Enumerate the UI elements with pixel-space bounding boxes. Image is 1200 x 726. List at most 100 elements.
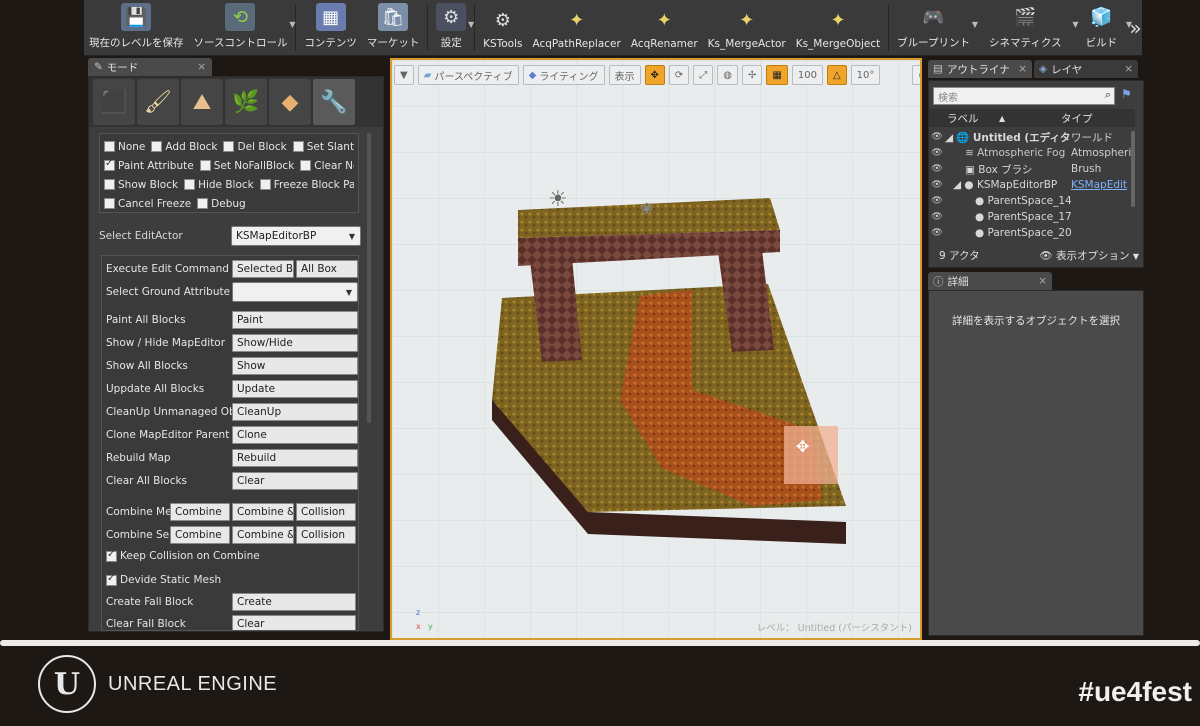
acqpathreplacer-button[interactable]: ✦ AcqPathReplacer (527, 0, 625, 55)
all-box-button[interactable]: All Box (296, 260, 358, 278)
column-type[interactable]: タイプ (1057, 111, 1117, 126)
marketplace-button[interactable]: 🛍 マーケット (362, 0, 425, 55)
checkbox-set-nofallblock[interactable]: Set NoFallBlock (199, 160, 294, 172)
surface-snap-button[interactable]: ✢ (742, 65, 763, 85)
level-viewport[interactable]: ✥ ☀ ❀ ▼ ▰ パースペクティブ ◆ ライティング 表示 ✥ ⟳ ⤢ ◍ ✢ ▦… (390, 58, 922, 640)
source-control-button[interactable]: ⟲ ソースコントロール ▼ (189, 0, 295, 55)
modes-tab[interactable]: ✎ モード × (88, 58, 212, 76)
save-level-button[interactable]: 💾 現在のレベルを保存 (84, 0, 189, 55)
tools-mode-icon[interactable]: 🔧 (313, 79, 355, 125)
foliage-mode-icon[interactable]: 🌿 (225, 79, 267, 125)
geometry-mode-icon[interactable]: ◆ (269, 79, 311, 125)
scale-tool-button[interactable]: ⤢ (693, 65, 714, 85)
tree-row[interactable]: 👁 ◢ ● KSMapEditorBP KSMapEdit (929, 177, 1135, 193)
rotate-tool-button[interactable]: ⟳ (668, 65, 690, 85)
outliner-tab[interactable]: ▤ アウトライナ × (928, 60, 1032, 78)
checkbox-show-block[interactable]: Show Block (104, 179, 178, 191)
viewport-menu-button[interactable]: ▼ (394, 65, 414, 85)
checkbox-cancel-freeze[interactable]: Cancel Freeze (104, 198, 191, 210)
eye-icon[interactable]: 👁 (929, 164, 945, 174)
chevron-down-icon[interactable]: ▼ (468, 20, 474, 29)
keep-collision-checkbox[interactable]: Keep Collision on Combine (106, 549, 260, 562)
rotation-snap-value[interactable]: 10° (850, 65, 881, 85)
view-options-button[interactable]: 👁 表示オプション ▼ (1039, 248, 1139, 263)
checkbox-none[interactable]: None (104, 141, 145, 153)
maximize-viewport-button[interactable]: ▭ (912, 65, 920, 85)
cleanup-button[interactable]: CleanUp (232, 403, 358, 421)
close-icon[interactable]: × (1038, 275, 1047, 287)
outliner-settings-icon[interactable]: ⚑ (1121, 87, 1132, 101)
lighting-button[interactable]: ◆ ライティング (522, 65, 605, 85)
details-tab[interactable]: ⓘ 詳細 × (928, 272, 1052, 290)
ks-mergeobject-button[interactable]: ✦ Ks_MergeObject (791, 0, 886, 55)
expand-arrow-icon[interactable]: ◢ (945, 132, 953, 144)
tree-row[interactable]: 👁 ● ParentSpace_17: (929, 209, 1135, 225)
grid-snap-button[interactable]: ▦ (766, 65, 788, 85)
selected-box-button[interactable]: Selected Bo (232, 260, 294, 278)
tree-row[interactable]: 👁 ≋ Atmospheric Fog Atmospheri (929, 145, 1135, 161)
clone-button[interactable]: Clone (232, 426, 358, 444)
checkbox-clear-nofallblock[interactable]: Clear NoFallBl (300, 160, 354, 172)
content-button[interactable]: ▦ コンテンツ (299, 0, 362, 55)
paint-mode-icon[interactable]: 🖌 (137, 79, 179, 125)
update-button[interactable]: Update (232, 380, 358, 398)
outliner-search-input[interactable]: 検索 ⌕ (933, 87, 1115, 105)
checkbox-add-block[interactable]: Add Block (151, 141, 217, 153)
landscape-mode-icon[interactable]: ⛰ (181, 79, 223, 125)
paint-button[interactable]: Paint (232, 311, 358, 329)
collision-selected-button[interactable]: Collision (296, 526, 356, 544)
eye-icon[interactable]: 👁 (929, 180, 945, 190)
eye-icon[interactable]: 👁 (929, 212, 945, 222)
modes-scrollbar[interactable] (367, 133, 371, 423)
perspective-button[interactable]: ▰ パースペクティブ (417, 65, 519, 85)
column-label[interactable]: ラベル (929, 111, 999, 126)
eye-icon[interactable]: 👁 (929, 132, 945, 142)
checkbox-set-slant[interactable]: Set Slant (292, 141, 354, 153)
grid-snap-value[interactable]: 100 (791, 65, 823, 85)
place-mode-icon[interactable]: ⬛ (93, 79, 135, 125)
devide-static-mesh-checkbox[interactable]: Devide Static Mesh (106, 573, 221, 586)
show-hide-button[interactable]: Show/Hide (232, 334, 358, 352)
settings-button[interactable]: ⚙ 設定 ▼ (431, 0, 474, 55)
eye-icon[interactable]: 👁 (929, 196, 945, 206)
translate-tool-button[interactable]: ✥ (644, 65, 665, 85)
checkbox-debug[interactable]: Debug (197, 198, 246, 210)
create-button[interactable]: Create (232, 593, 356, 611)
combine-selected-button[interactable]: Combine (170, 526, 230, 544)
combine-button[interactable]: Combine (170, 503, 230, 521)
edit-actor-dropdown[interactable]: KSMapEditorBP ▼ (231, 226, 361, 246)
checkbox-freeze-block-pattern[interactable]: Freeze Block Pattern (259, 179, 354, 191)
chevron-down-icon[interactable]: ▼ (289, 20, 295, 29)
ks-mergeactor-button[interactable]: ✦ Ks_MergeActor (703, 0, 791, 55)
clear-button[interactable]: Clear (232, 472, 358, 490)
world-local-button[interactable]: ◍ (717, 65, 739, 85)
show-button[interactable]: Show (232, 357, 358, 375)
outliner-scrollbar[interactable] (1131, 131, 1135, 207)
tree-row[interactable]: 👁 ● ParentSpace_14! (929, 193, 1135, 209)
ground-attribute-dropdown[interactable]: ▼ (232, 282, 358, 302)
build-button[interactable]: 🧊 ビルド ▼ (1076, 0, 1133, 55)
clear-fall-block-button[interactable]: Clear (232, 615, 356, 630)
combine-instance-button[interactable]: Combine & I (232, 503, 294, 521)
tree-row[interactable]: 👁 ● ParentSpace_20 (929, 225, 1135, 241)
combine-selected-instance-button[interactable]: Combine & I (232, 526, 294, 544)
move-gizmo-icon[interactable]: ✥ (796, 437, 809, 456)
tree-row[interactable]: 👁 ▣ Box ブラシ Brush (929, 161, 1135, 177)
show-button[interactable]: 表示 (608, 65, 641, 85)
layers-tab[interactable]: ◈ レイヤ × (1034, 60, 1138, 78)
rotation-snap-button[interactable]: △ (826, 65, 847, 85)
chevron-down-icon[interactable]: ▼ (1126, 20, 1132, 29)
checkbox-del-block[interactable]: Del Block (223, 141, 287, 153)
blueprint-button[interactable]: 🎮 ブループリント ▼ (892, 0, 978, 55)
checkbox-paint-attribute[interactable]: Paint Attribute (104, 158, 194, 172)
kstools-button[interactable]: ⚙ KSTools (478, 0, 527, 55)
acqrenamer-button[interactable]: ✦ AcqRenamer (626, 0, 703, 55)
rebuild-button[interactable]: Rebuild (232, 449, 358, 467)
eye-icon[interactable]: 👁 (929, 228, 945, 238)
cinematics-button[interactable]: 🎬 シネマティクス ▼ (975, 0, 1079, 55)
eye-icon[interactable]: 👁 (929, 148, 945, 158)
expand-arrow-icon[interactable]: ◢ (953, 179, 961, 191)
checkbox-hide-block[interactable]: Hide Block (184, 179, 254, 191)
close-icon[interactable]: × (1124, 63, 1133, 75)
close-icon[interactable]: × (197, 61, 206, 73)
